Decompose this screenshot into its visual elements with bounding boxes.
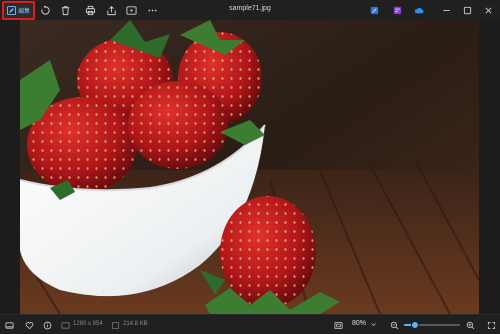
zoom-in-icon — [466, 321, 474, 329]
designer-icon — [393, 6, 401, 14]
more-icon — [147, 9, 157, 11]
window-title: sample71.jpg — [229, 5, 271, 12]
filmstrip-button[interactable] — [4, 320, 14, 330]
zoom-dropdown[interactable] — [370, 321, 377, 328]
zoom-out-icon — [390, 321, 398, 329]
zoom-out-button[interactable] — [389, 320, 399, 330]
delete-button[interactable] — [59, 4, 71, 16]
top-toolbar: 編集 sample71.jpg — [0, 0, 500, 20]
share-button[interactable] — [105, 4, 117, 16]
onedrive-button[interactable] — [413, 4, 425, 16]
print-button[interactable] — [84, 4, 96, 16]
clipchamp-button[interactable] — [368, 4, 380, 16]
fullscreen-icon — [487, 321, 495, 329]
zoom-slider[interactable] — [404, 321, 460, 329]
zoom-slider-thumb[interactable] — [411, 321, 420, 329]
onedrive-icon — [414, 7, 424, 13]
clipchamp-icon — [370, 6, 378, 14]
info-button[interactable] — [42, 320, 52, 330]
edit-button[interactable]: 編集 — [2, 1, 35, 20]
status-bar: 1280 x 854 214.8 KB 80% — [0, 314, 500, 334]
rotate-icon — [40, 4, 50, 15]
disk-icon — [111, 321, 119, 329]
filmstrip-icon — [4, 321, 14, 329]
image-size-icon-wrap — [60, 320, 70, 330]
more-button[interactable] — [146, 4, 158, 16]
close-button[interactable] — [482, 4, 494, 16]
image-viewer — [0, 20, 500, 314]
rotate-button[interactable] — [39, 4, 51, 16]
image-dimensions: 1280 x 854 — [73, 321, 103, 327]
chevron-down-icon — [371, 323, 376, 327]
info-icon — [43, 321, 51, 329]
fit-window-icon — [333, 321, 343, 329]
zoom-level[interactable]: 80% — [352, 320, 366, 327]
image-icon — [60, 321, 70, 329]
heart-icon — [25, 321, 33, 329]
fullscreen-button[interactable] — [486, 320, 496, 330]
file-size-icon-wrap — [110, 320, 120, 330]
minimize-icon — [442, 9, 450, 11]
maximize-button[interactable] — [461, 4, 473, 16]
fit-to-window-button[interactable] — [333, 320, 343, 330]
slideshow-icon — [125, 5, 137, 15]
print-icon — [85, 5, 95, 15]
maximize-icon — [463, 6, 471, 14]
photo-strawberries — [20, 20, 479, 314]
zoom-in-button[interactable] — [465, 320, 475, 330]
designer-button[interactable] — [391, 4, 403, 16]
share-icon — [106, 5, 116, 15]
close-icon — [484, 6, 492, 14]
delete-icon — [61, 5, 69, 15]
pen-icon — [7, 6, 17, 15]
minimize-button[interactable] — [440, 4, 452, 16]
file-size: 214.8 KB — [123, 321, 148, 327]
favorite-button[interactable] — [24, 320, 34, 330]
slideshow-button[interactable] — [125, 4, 137, 16]
edit-label: 編集 — [18, 9, 30, 15]
